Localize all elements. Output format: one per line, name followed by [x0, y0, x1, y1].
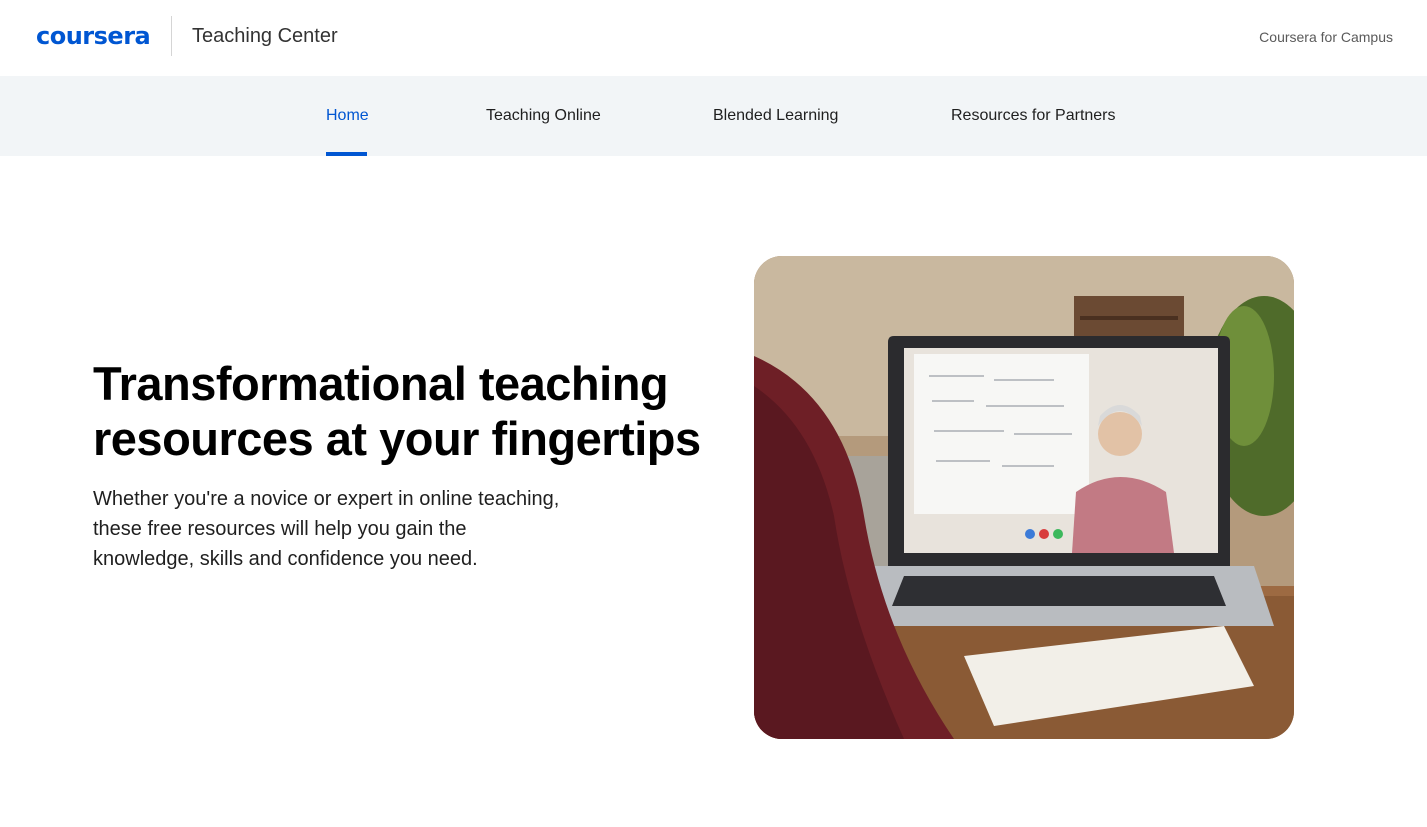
hero-image — [754, 256, 1294, 739]
hero-subtitle: Whether you're a novice or expert in onl… — [93, 488, 560, 570]
header-divider — [171, 16, 172, 56]
coursera-logo[interactable]: coursera — [36, 22, 151, 50]
nav-item-home[interactable]: Home — [326, 76, 369, 156]
nav-item-teaching-online[interactable]: Teaching Online — [486, 76, 601, 156]
coursera-for-campus-link[interactable]: Coursera for Campus — [1259, 28, 1393, 46]
main-nav: Home Teaching Online Blended Learning Re… — [0, 76, 1427, 156]
nav-item-resources-for-partners[interactable]: Resources for Partners — [951, 76, 1116, 156]
site-name[interactable]: Teaching Center — [192, 24, 338, 48]
nav-item-blended-learning[interactable]: Blended Learning — [713, 76, 838, 156]
site-header: coursera Teaching Center Coursera for Ca… — [0, 0, 1427, 76]
hero-title: Transformational teaching resources at y… — [93, 357, 701, 465]
